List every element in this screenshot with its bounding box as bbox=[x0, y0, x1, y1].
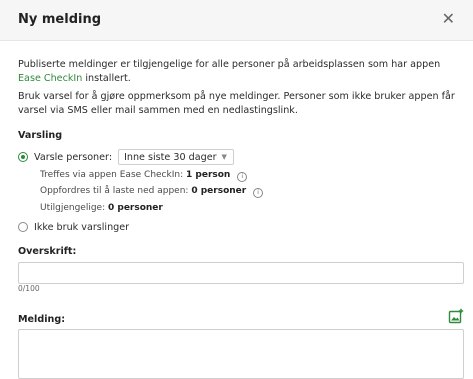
unavailable-value: 0 personer bbox=[107, 203, 163, 213]
info-icon[interactable]: i bbox=[253, 188, 264, 198]
encouraged-label: Oppfordres til å laste ned appen: bbox=[40, 186, 189, 196]
close-icon[interactable]: ✕ bbox=[442, 10, 455, 28]
insert-image-icon[interactable] bbox=[448, 308, 464, 324]
intro-text-end: installert. bbox=[85, 73, 131, 84]
encouraged-info: Oppfordres til å laste ned appen: 0 pers… bbox=[40, 186, 264, 198]
reached-label: Treffes via appen Ease CheckIn: bbox=[40, 170, 184, 180]
dialog-header: Ny melding ✕ bbox=[0, 0, 473, 41]
radio-notify[interactable] bbox=[18, 152, 28, 162]
info-icon[interactable]: i bbox=[237, 172, 248, 182]
chevron-down-icon: ▼ bbox=[221, 153, 227, 161]
notification-section-label: Varsling bbox=[18, 130, 63, 141]
ease-checkin-link[interactable]: Ease CheckIn bbox=[18, 73, 82, 84]
period-select-value: Inne siste 30 dager bbox=[124, 151, 217, 163]
unavailable-info: Utilgjengelige: 0 personer bbox=[40, 203, 163, 213]
headline-input[interactable] bbox=[18, 262, 464, 284]
headline-label: Overskrift: bbox=[18, 246, 77, 257]
radio-none-option[interactable]: Ikke bruk varslinger bbox=[18, 219, 129, 235]
reached-value: 1 person bbox=[186, 170, 231, 180]
reached-info: Treffes via appen Ease CheckIn: 1 person… bbox=[40, 170, 248, 182]
message-textarea[interactable] bbox=[18, 329, 464, 379]
notify-description: Bruk varsel for å gjøre oppmerksom på ny… bbox=[18, 91, 455, 116]
radio-notify-label[interactable]: Varsle personer: bbox=[34, 152, 112, 163]
intro-paragraph: Publiserte meldinger er tilgjengelige fo… bbox=[18, 58, 463, 86]
radio-notify-option[interactable]: Varsle personer: Inne siste 30 dager ▼ bbox=[18, 149, 234, 165]
message-label: Melding: bbox=[18, 314, 66, 325]
radio-none[interactable] bbox=[18, 222, 28, 232]
intro-text: Publiserte meldinger er tilgjengelige fo… bbox=[18, 59, 441, 70]
encouraged-value: 0 personer bbox=[191, 186, 247, 196]
unavailable-label: Utilgjengelige: bbox=[40, 203, 106, 213]
headline-counter: 0/100 bbox=[18, 284, 40, 293]
dialog-title: Ny melding bbox=[18, 12, 102, 27]
radio-none-label[interactable]: Ikke bruk varslinger bbox=[34, 222, 129, 233]
period-select[interactable]: Inne siste 30 dager ▼ bbox=[118, 149, 234, 165]
